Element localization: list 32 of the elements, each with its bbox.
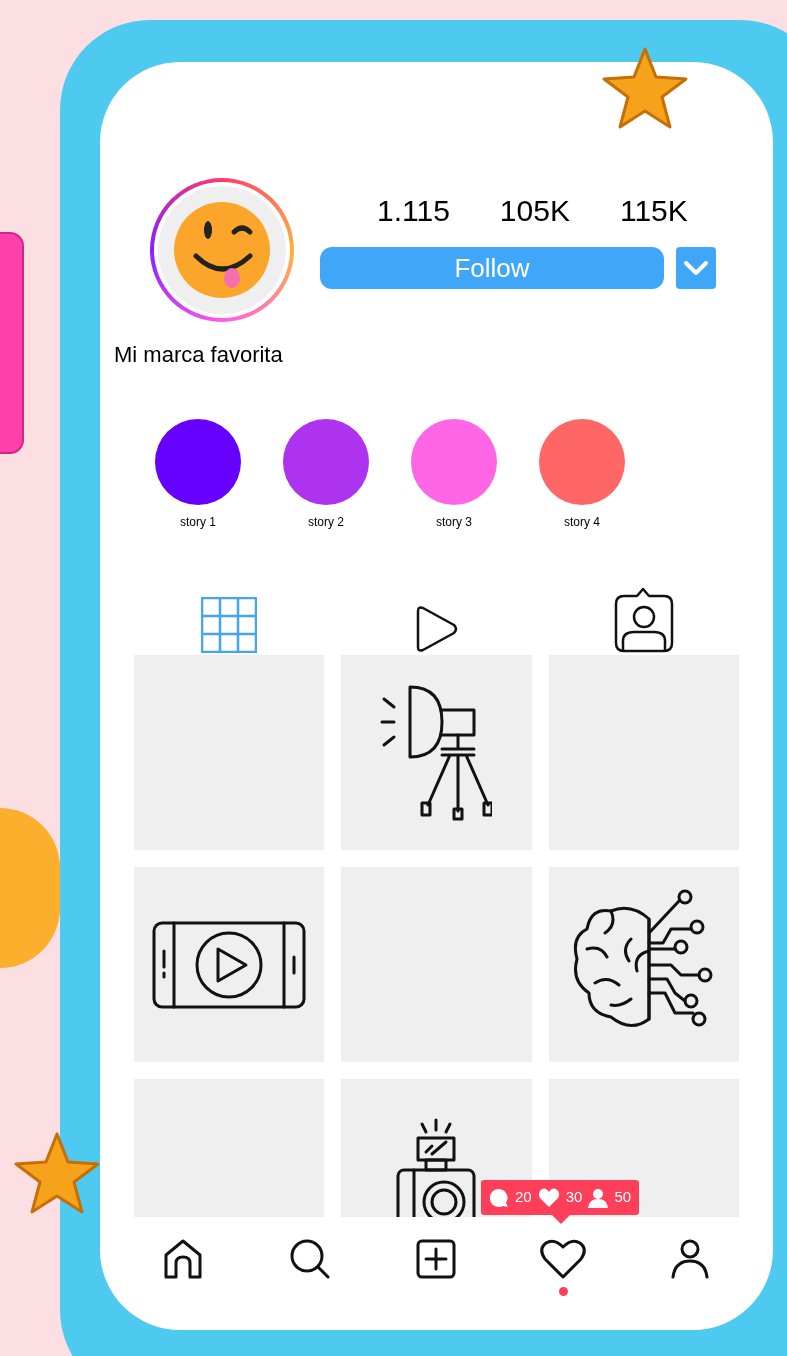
play-tab-icon[interactable] — [414, 605, 459, 653]
tagged-person-tab-icon[interactable] — [613, 587, 674, 653]
post-tile[interactable] — [548, 867, 739, 1062]
story-label: story 1 — [180, 514, 216, 531]
story-label: story 4 — [564, 514, 600, 531]
grid-tab-icon[interactable] — [201, 597, 258, 653]
follower-count: 50 — [614, 1187, 632, 1208]
story-label: story 2 — [308, 514, 344, 531]
person-icon — [588, 1187, 609, 1208]
post-tile[interactable] — [134, 867, 325, 1062]
add-post-icon — [416, 1239, 457, 1279]
follow-button[interactable]: Follow — [320, 247, 664, 289]
chevron-down-icon — [684, 261, 708, 275]
camera-icon — [396, 1117, 477, 1217]
heart-icon — [540, 1239, 587, 1279]
studio-light-icon — [380, 684, 493, 821]
profile-icon — [670, 1239, 709, 1279]
heart-icon — [537, 1187, 560, 1208]
profile-name: Mi marca favorita — [114, 341, 283, 369]
comment-icon — [489, 1187, 509, 1208]
like-count: 30 — [565, 1187, 583, 1208]
video-phone-icon — [152, 920, 307, 1009]
stat-count: 1.115 — [377, 193, 450, 229]
stat-count: 105K — [499, 193, 570, 229]
stat-count: 115K — [619, 193, 688, 229]
home-icon — [164, 1239, 203, 1279]
post-tile[interactable] — [341, 1079, 532, 1217]
search-icon — [289, 1239, 330, 1279]
post-tile[interactable] — [341, 655, 532, 850]
story-label: story 3 — [436, 514, 472, 531]
comment-count: 20 — [515, 1187, 532, 1208]
dropdown-button[interactable] — [676, 247, 716, 289]
